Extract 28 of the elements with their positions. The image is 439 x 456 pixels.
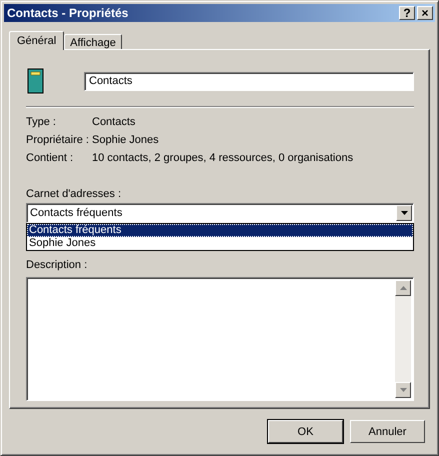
address-book-dropdown[interactable]: Contacts fréquents: [26, 203, 414, 223]
info-label: Contient :: [26, 152, 74, 164]
down-arrow-icon: [400, 211, 408, 215]
scroll-up-button[interactable]: [395, 280, 411, 296]
tab[interactable]: Général: [9, 31, 64, 50]
description-field[interactable]: [26, 277, 414, 401]
info-value: 10 contacts, 2 groupes, 4 ressources, 0 organisations: [92, 152, 354, 164]
help-button[interactable]: ?: [399, 6, 415, 20]
tab[interactable]: Affichage: [64, 34, 122, 49]
dialog-button[interactable]: Annuler: [350, 420, 425, 443]
dialog-button[interactable]: OK: [268, 420, 343, 443]
dropdown-option[interactable]: Contacts fréquents: [27, 224, 413, 237]
dropdown-option[interactable]: Sophie Jones: [27, 237, 413, 250]
down-arrow-icon: [400, 388, 406, 392]
scroll-down-button[interactable]: [395, 382, 411, 398]
up-arrow-icon: [400, 286, 406, 290]
window-title: Contacts - Propriétés: [7, 6, 130, 20]
scrollbar[interactable]: [395, 280, 411, 398]
description-label: Description :: [26, 259, 88, 271]
info-label: Type :: [26, 116, 57, 128]
info-value: Contacts: [92, 116, 136, 128]
close-button[interactable]: ×: [417, 6, 433, 20]
address-book-label: Carnet d'adresses :: [26, 188, 122, 200]
info-label: Propriétaire :: [26, 134, 90, 146]
info-value: Sophie Jones: [92, 134, 160, 146]
notebook-icon: [26, 68, 44, 94]
name-field[interactable]: Contacts: [84, 72, 414, 90]
dropdown-arrow-button[interactable]: [396, 205, 412, 221]
